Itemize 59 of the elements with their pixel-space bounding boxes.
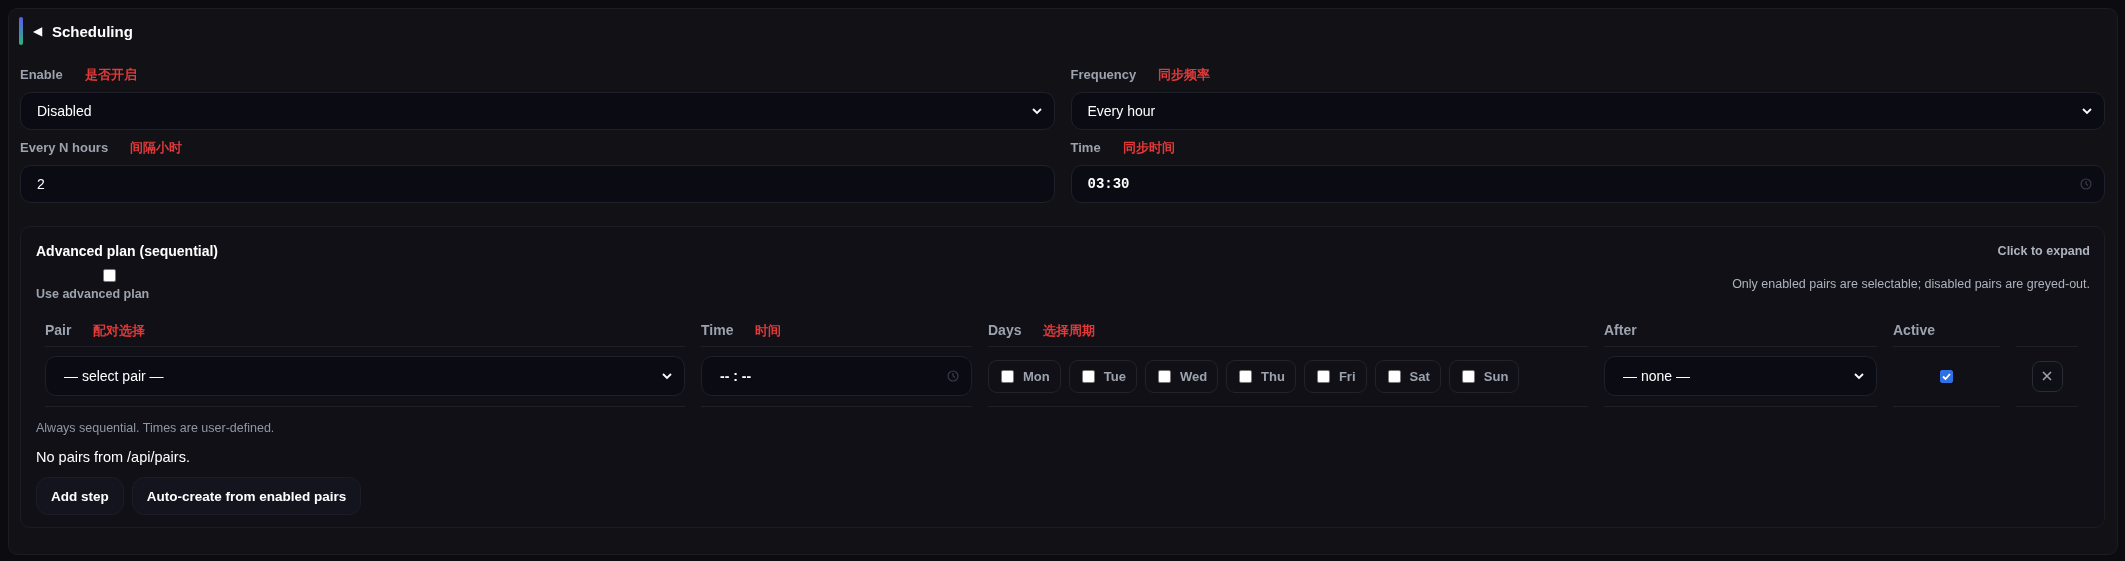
dropdown[interactable]: Disabled (20, 92, 1055, 130)
day-toggle[interactable]: Fri (1303, 359, 1367, 393)
annotation-text: 是否开启 (84, 66, 137, 84)
day-toggle[interactable]: Sun (1448, 359, 1520, 393)
checkbox[interactable] (1081, 369, 1095, 383)
day-toggle[interactable]: Mon (988, 359, 1061, 393)
action-button[interactable]: Auto-create from enabled pairs (131, 477, 362, 515)
annotation-text: 配对选择 (93, 322, 146, 340)
checkbox[interactable] (103, 269, 116, 282)
checkbox[interactable] (1157, 369, 1171, 383)
day-toggle[interactable]: Tue (1068, 359, 1137, 393)
remove-button[interactable] (2031, 360, 2063, 392)
column-header: After (1604, 322, 1637, 338)
field-label: Every N hours (20, 140, 109, 155)
checkbox[interactable] (1387, 369, 1401, 383)
dropdown[interactable]: — none — (1604, 356, 1877, 396)
annotation-text: 同步频率 (1158, 66, 1211, 84)
annotation-text: 间隔小时 (130, 139, 183, 157)
chevron-down-icon (1031, 107, 1042, 115)
time-field[interactable]: -- : -- (701, 356, 972, 396)
checkbox[interactable] (1001, 369, 1014, 383)
section-title: Scheduling (52, 22, 133, 40)
checkbox[interactable] (1461, 369, 1475, 383)
dropdown[interactable]: Every hour (1070, 92, 2105, 130)
dropdown[interactable]: — select pair — (45, 356, 685, 396)
checkbox-label: Use advanced plan (36, 287, 150, 301)
column-header: Pair (45, 322, 72, 338)
day-toggle[interactable]: Thu (1226, 359, 1296, 393)
field-label: Enable (20, 67, 63, 82)
annotation-text: 同步时间 (1122, 139, 1175, 157)
checkbox[interactable] (1940, 369, 1953, 383)
column-header: Active (1893, 322, 1936, 338)
annotation-text: 选择周期 (1043, 322, 1096, 340)
footnote-text: Always sequential. Times are user-defined. (36, 421, 276, 435)
chevron-down-icon (1854, 372, 1864, 380)
hint-text: Only enabled pairs are selectable; disabled pairs are greyed-out. (1732, 277, 2090, 291)
field-label: Frequency (1070, 67, 1137, 82)
field-label: Time (1070, 140, 1101, 155)
column-header: Time (701, 322, 734, 338)
action-button[interactable]: Add step (36, 477, 124, 515)
annotation-text: 时间 (755, 322, 782, 340)
clock-icon (947, 370, 959, 382)
clock-icon (2080, 178, 2092, 190)
day-toggle[interactable]: Wed (1144, 359, 1219, 393)
close-icon (2042, 371, 2052, 381)
chevron-down-icon (2082, 107, 2092, 115)
empty-message: No pairs from /api/pairs. (36, 449, 191, 465)
checkmark-icon (1942, 372, 1951, 380)
collapse-toggle[interactable]: ◀ (33, 24, 42, 38)
checkbox[interactable] (1316, 369, 1330, 383)
accent-bar (19, 17, 23, 45)
checkbox[interactable] (1239, 369, 1253, 383)
day-toggle[interactable]: Sat (1374, 359, 1441, 393)
expand-link[interactable]: Click to expand (1997, 244, 2090, 258)
card-title: Advanced plan (sequential) (36, 243, 219, 259)
chevron-down-icon (662, 372, 672, 380)
column-header: Days (988, 322, 1022, 338)
number-field[interactable]: 2 (20, 165, 1055, 203)
time-field[interactable]: 03:30 (1070, 165, 2105, 203)
